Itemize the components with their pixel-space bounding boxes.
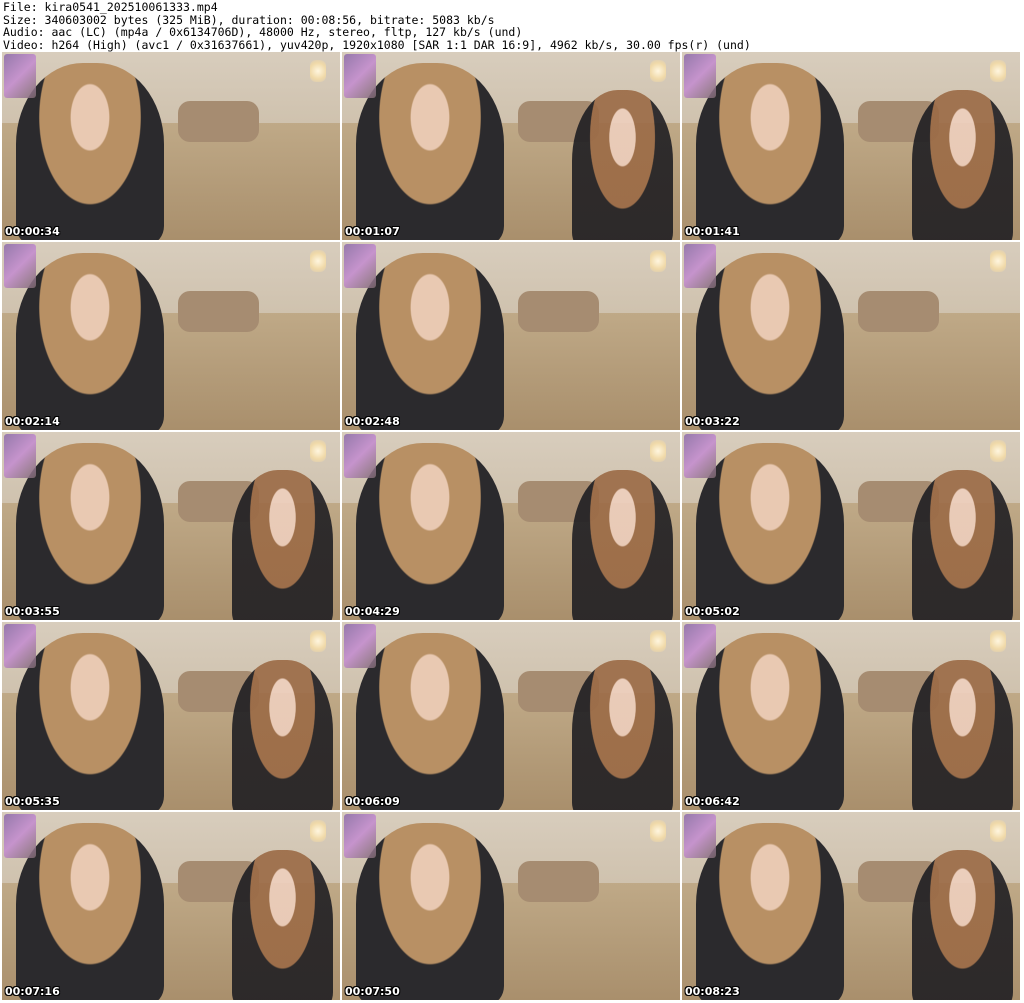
thumbnail: 00:07:16 [2,812,340,1000]
video-info-line: Video: h264 (High) (avc1 / 0x31637661), … [3,37,751,52]
thumbnail: 00:05:02 [682,432,1020,620]
overlay-image [684,434,716,478]
thumbnail-grid: 00:00:34 00:01:07 00:01:41 00:02:14 00:0… [2,52,1020,1000]
thumbnail: 00:03:22 [682,242,1020,430]
overlay-image [344,624,376,668]
overlay-image [4,624,36,668]
overlay-image [344,244,376,288]
thumbnail: 00:02:14 [2,242,340,430]
overlay-image [4,54,36,98]
timestamp-label: 00:05:35 [5,795,60,808]
overlay-image [4,814,36,858]
timestamp-label: 00:08:23 [685,985,740,998]
audio-info-line: Audio: aac (LC) (mp4a / 0x6134706D), 480… [3,25,523,39]
thumbnail: 00:04:29 [342,432,680,620]
overlay-image [684,244,716,288]
timestamp-label: 00:03:55 [5,605,60,618]
timestamp-label: 00:06:42 [685,795,740,808]
overlay-image [344,54,376,98]
timestamp-label: 00:06:09 [345,795,400,808]
overlay-image [344,434,376,478]
thumbnail: 00:06:09 [342,622,680,810]
timestamp-label: 00:01:07 [345,225,400,238]
overlay-image [684,54,716,98]
thumbnail: 00:06:42 [682,622,1020,810]
timestamp-label: 00:00:34 [5,225,60,238]
timestamp-label: 00:05:02 [685,605,740,618]
timestamp-label: 00:02:48 [345,415,400,428]
overlay-image [684,624,716,668]
overlay-image [684,814,716,858]
overlay-image [344,814,376,858]
thumbnail: 00:00:34 [2,52,340,240]
overlay-image [4,434,36,478]
timestamp-label: 00:04:29 [345,605,400,618]
timestamp-label: 00:02:14 [5,415,60,428]
overlay-image [4,244,36,288]
timestamp-label: 00:01:41 [685,225,740,238]
timestamp-label: 00:07:50 [345,985,400,998]
thumbnail: 00:01:41 [682,52,1020,240]
timestamp-label: 00:07:16 [5,985,60,998]
thumbnail: 00:01:07 [342,52,680,240]
thumbnail: 00:03:55 [2,432,340,620]
file-name-line: File: kira0541_202510061333.mp4 [3,0,218,14]
file-info-header: File: kira0541_202510061333.mp4 Size: 340… [3,1,751,51]
timestamp-label: 00:03:22 [685,415,740,428]
thumbnail: 00:02:48 [342,242,680,430]
thumbnail: 00:07:50 [342,812,680,1000]
thumbnail: 00:08:23 [682,812,1020,1000]
thumbnail: 00:05:35 [2,622,340,810]
